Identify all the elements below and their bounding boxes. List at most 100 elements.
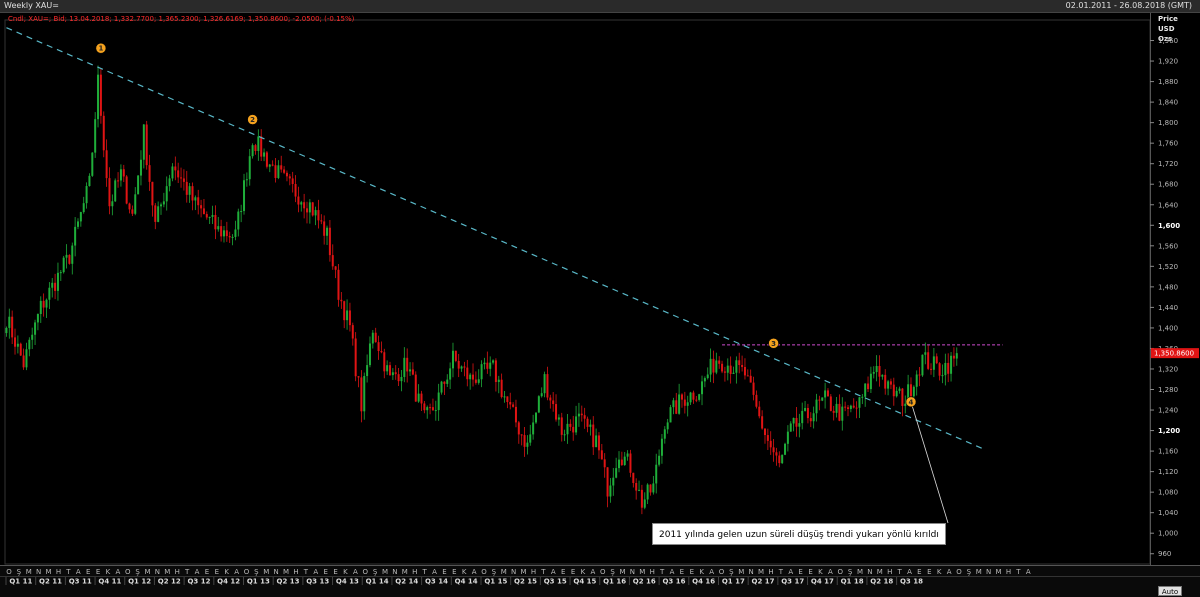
candle (629, 453, 632, 473)
candle (151, 181, 154, 206)
candle (824, 390, 827, 398)
candle (303, 202, 306, 209)
candle (291, 178, 294, 184)
candle (397, 374, 400, 382)
price-chart[interactable]: PriceUSDOzs9601,0001,0401,0801,1201,1601… (0, 0, 1200, 597)
candle (39, 300, 42, 315)
candle (612, 477, 615, 486)
candle (766, 435, 769, 441)
candle (162, 201, 165, 205)
month-label: O (362, 568, 368, 576)
candle (543, 374, 546, 394)
month-label: N (274, 568, 279, 576)
y-tick-label: 1,520 (1158, 263, 1178, 271)
month-label: Ş (254, 568, 259, 576)
quarter-label: Q1 18 (841, 578, 864, 586)
quarter-label: Q1 15 (484, 578, 507, 586)
candle (769, 440, 772, 448)
candle (260, 136, 263, 157)
candle (71, 245, 74, 264)
candle (878, 366, 881, 377)
candle (128, 203, 131, 210)
marker-label: 4 (909, 398, 914, 406)
candle (314, 210, 317, 216)
candle (374, 332, 377, 343)
month-label: Ş (373, 568, 378, 576)
month-label: M (758, 568, 764, 576)
y-tick-label: 1,680 (1158, 181, 1178, 189)
month-label: E (680, 568, 684, 576)
month-label: Ş (610, 568, 615, 576)
candle (426, 407, 429, 411)
candle (709, 358, 712, 375)
y-tick-label: 1,800 (1158, 119, 1178, 127)
month-label: M (620, 568, 626, 576)
candle (927, 352, 930, 369)
candle (360, 377, 363, 412)
candle (655, 464, 658, 484)
month-label: N (986, 568, 991, 576)
month-label: H (293, 568, 298, 576)
candle (328, 227, 331, 256)
candle (586, 418, 589, 427)
candle (592, 424, 595, 448)
candle (643, 499, 646, 508)
candle (652, 483, 655, 493)
candle (801, 410, 804, 424)
candle (858, 397, 861, 408)
candle (609, 485, 612, 497)
candle (546, 374, 549, 398)
candle (492, 360, 495, 363)
month-label: A (551, 568, 556, 576)
candle (881, 374, 884, 377)
candle (417, 393, 420, 402)
candle (208, 216, 211, 218)
candle (25, 349, 28, 368)
quarter-label: Q1 14 (366, 578, 389, 586)
candle (666, 422, 669, 430)
quarter-label: Q2 16 (633, 578, 656, 586)
month-label: T (659, 568, 665, 576)
month-label: M (976, 568, 982, 576)
quarter-label: Q2 18 (870, 578, 893, 586)
candle (351, 325, 354, 339)
candle (935, 356, 938, 364)
auto-scale-button[interactable]: Auto (1158, 586, 1182, 596)
candle (237, 211, 240, 230)
month-label: H (1006, 568, 1011, 576)
candle (778, 455, 781, 464)
candle (918, 374, 921, 376)
month-label: M (501, 568, 507, 576)
candle (529, 434, 532, 443)
candle (781, 454, 784, 464)
candle (354, 338, 357, 377)
plot-area (4, 19, 1151, 565)
candle (678, 394, 681, 414)
quarter-label: Q3 17 (781, 578, 804, 586)
candle (74, 226, 77, 246)
candle (348, 310, 351, 326)
month-label: K (224, 568, 229, 576)
candle (277, 165, 280, 178)
candle (623, 456, 626, 466)
candle (383, 352, 386, 372)
month-label: E (452, 568, 456, 576)
candle (921, 354, 924, 376)
candle (497, 379, 500, 382)
candle (472, 374, 475, 380)
month-label: H (887, 568, 892, 576)
month-label: O (481, 568, 487, 576)
candle (575, 416, 578, 433)
candle (532, 422, 535, 435)
candle (952, 355, 955, 359)
month-label: E (927, 568, 931, 576)
candle (930, 368, 933, 370)
candle (79, 212, 82, 222)
month-label: E (205, 568, 209, 576)
candle (234, 229, 237, 237)
candle (443, 381, 446, 384)
candle (526, 442, 529, 447)
month-label: T (540, 568, 546, 576)
candle (563, 434, 566, 436)
candle (600, 450, 603, 460)
